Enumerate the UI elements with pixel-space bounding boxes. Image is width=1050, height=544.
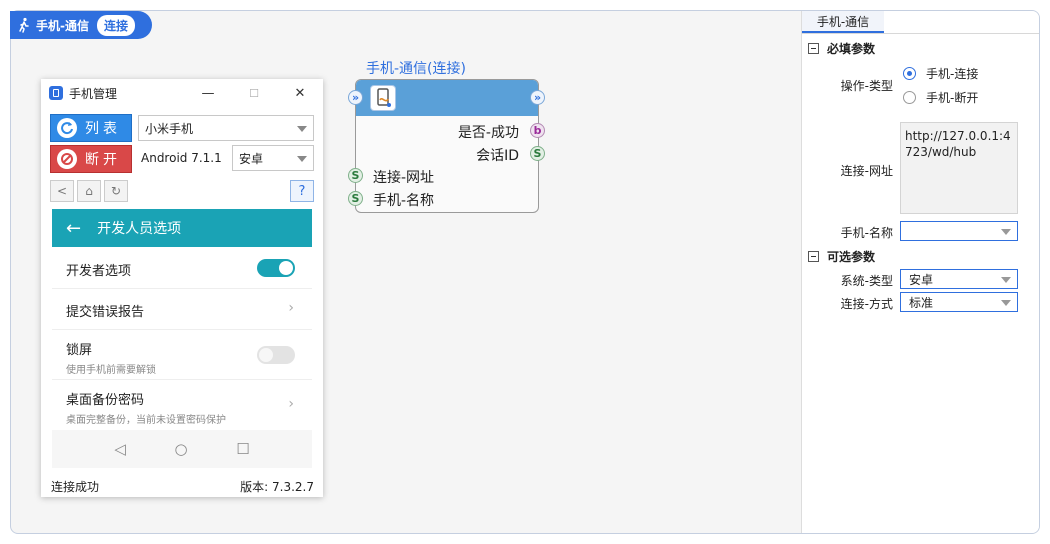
conn-mode-select[interactable]: 标准 (900, 292, 1018, 312)
flow-node[interactable]: 是否-成功 会话ID 连接-网址 手机-名称 (355, 79, 539, 213)
chevron-down-icon (1001, 300, 1011, 306)
url-label: 连接-网址 (840, 164, 893, 178)
nav-home-icon[interactable]: ○ (174, 440, 187, 458)
lock-screen-toggle[interactable] (257, 346, 295, 364)
device-select-value: 小米手机 (145, 121, 194, 136)
nav-back-icon[interactable]: ◁ (114, 440, 126, 458)
android-nav-bar: ◁ ○ ☐ (52, 430, 312, 468)
flow-out-port[interactable]: » (530, 90, 545, 105)
chevron-down-icon (1001, 277, 1011, 283)
chevron-right-icon: › (288, 300, 294, 316)
connection-status: 连接成功 (51, 480, 100, 494)
settings-row[interactable]: 锁屏 使用手机前需要解锁 (52, 330, 312, 380)
property-panel: 手机-通信 必填参数 操作-类型 手机-连接 手机-断开 连接-网址 http:… (801, 11, 1039, 533)
radio-connect[interactable]: 手机-连接 (903, 65, 978, 82)
tab-divider (802, 33, 1039, 34)
settings-row[interactable]: 桌面备份密码 桌面完整备份，当前未设置密码保护 › (52, 380, 312, 432)
chevron-right-icon: › (288, 396, 294, 412)
back-arrow-icon[interactable]: ← (66, 218, 81, 239)
required-section-title: 必填参数 (827, 42, 876, 56)
screen-title: 开发人员选项 (97, 221, 182, 237)
home-button[interactable]: ⌂ (77, 180, 101, 202)
walk-icon (19, 17, 29, 33)
bool-output-port[interactable]: b (530, 123, 545, 138)
back-button[interactable]: < (50, 180, 74, 202)
radio-disconnect-label: 手机-断开 (926, 91, 979, 105)
radio-dot (903, 91, 916, 104)
refresh-button[interactable]: ↻ (104, 180, 128, 202)
output-success-label: 是否-成功 (457, 125, 519, 141)
radio-disconnect[interactable]: 手机-断开 (903, 89, 978, 106)
disconnect-button[interactable]: 断开 (50, 145, 132, 173)
conn-mode-value: 标准 (909, 295, 934, 310)
developer-toggle[interactable] (257, 259, 295, 277)
list-button-label: 列表 (85, 121, 121, 137)
app-frame: 手机管理 — ☐ ✕ 列表 断开 小米手机 Android 7.1.1 安卓 <… (10, 10, 1040, 534)
breadcrumb-badge[interactable]: 连接 (96, 14, 135, 36)
optional-section-title: 可选参数 (827, 250, 876, 264)
chevron-down-icon (297, 156, 307, 162)
settings-row[interactable]: 提交错误报告 › (52, 289, 312, 330)
row-title: 桌面备份密码 (66, 393, 145, 408)
phone-name-select[interactable] (900, 221, 1018, 241)
window-title: 手机管理 (69, 86, 118, 101)
required-section[interactable]: 必填参数 (808, 40, 875, 57)
minimize-button[interactable]: — (185, 79, 231, 107)
nav-recent-icon[interactable]: ☐ (236, 440, 249, 458)
phone-app-icon (49, 86, 63, 100)
list-button[interactable]: 列表 (50, 114, 132, 142)
unlink-icon (57, 149, 77, 169)
collapse-icon[interactable] (808, 251, 819, 262)
node-title: 手机-通信(连接) (366, 61, 466, 77)
sys-type-select[interactable]: 安卓 (900, 269, 1018, 289)
version-label: 版本: 7.3.2.7 (240, 480, 314, 494)
op-type-label: 操作-类型 (840, 79, 893, 93)
string-input-port[interactable]: S (348, 191, 363, 206)
maximize-button[interactable]: ☐ (231, 79, 277, 107)
input-phone-name-label: 手机-名称 (373, 193, 435, 209)
chevron-down-icon (297, 126, 307, 132)
android-version: Android 7.1.1 (141, 151, 222, 165)
optional-section[interactable]: 可选参数 (808, 248, 875, 265)
breadcrumb[interactable]: 手机-通信 连接 (10, 11, 152, 39)
refresh-icon (57, 118, 77, 138)
string-output-port[interactable]: S (530, 146, 545, 161)
output-session-label: 会话ID (476, 148, 519, 164)
window-titlebar[interactable]: 手机管理 — ☐ ✕ (41, 79, 323, 107)
tab-phone-comm[interactable]: 手机-通信 (802, 11, 884, 33)
phone-name-label: 手机-名称 (840, 226, 893, 240)
device-select[interactable]: 小米手机 (138, 115, 314, 141)
screen-header: ← 开发人员选项 (52, 209, 312, 247)
input-url-label: 连接-网址 (373, 170, 435, 186)
phone-link-icon (370, 85, 396, 111)
os-select-value: 安卓 (239, 151, 264, 166)
node-header (356, 80, 538, 116)
chevron-down-icon (1001, 229, 1011, 235)
flow-in-port[interactable]: » (348, 90, 363, 105)
url-field[interactable]: http://127.0.0.1:4723/wd/hub (900, 122, 1018, 214)
phone-screen[interactable]: ← 开发人员选项 开发者选项 提交错误报告 › 锁屏 使用手机前需要解锁 桌面备… (52, 209, 312, 468)
phone-manager-window: 手机管理 — ☐ ✕ 列表 断开 小米手机 Android 7.1.1 安卓 <… (41, 79, 323, 497)
radio-dot (903, 67, 916, 80)
help-button[interactable]: ? (290, 180, 314, 202)
disconnect-button-label: 断开 (85, 152, 121, 168)
row-subtitle: 桌面完整备份，当前未设置密码保护 (66, 415, 226, 426)
row-title: 提交错误报告 (66, 305, 145, 320)
close-button[interactable]: ✕ (277, 79, 323, 107)
settings-row[interactable]: 开发者选项 (52, 247, 312, 289)
collapse-icon[interactable] (808, 43, 819, 54)
breadcrumb-name: 手机-通信 (36, 18, 89, 33)
string-input-port[interactable]: S (348, 168, 363, 183)
conn-mode-label: 连接-方式 (840, 297, 893, 311)
os-select[interactable]: 安卓 (232, 145, 314, 171)
radio-connect-label: 手机-连接 (926, 67, 979, 81)
sys-type-label: 系统-类型 (840, 274, 893, 288)
sys-type-value: 安卓 (909, 272, 934, 287)
